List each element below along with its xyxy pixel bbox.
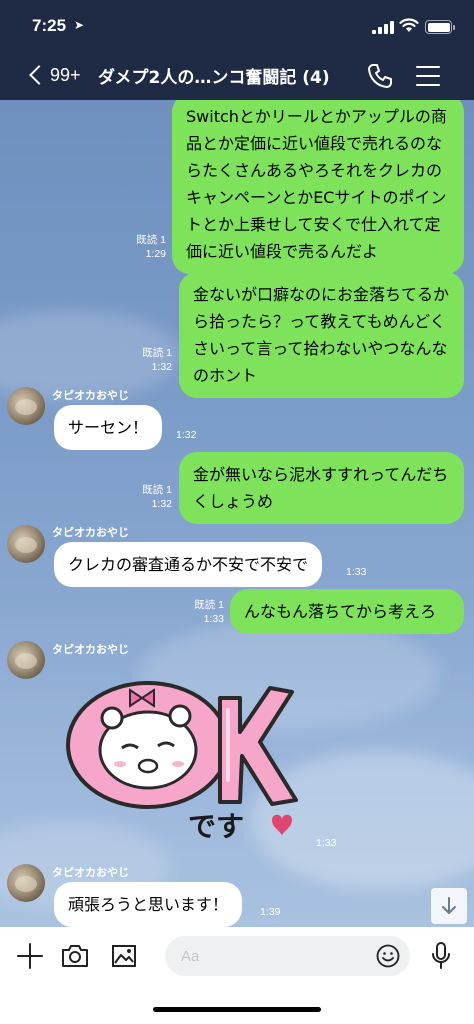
battery-icon — [425, 20, 455, 34]
read-receipt: 既読 1 — [142, 347, 172, 359]
message-bubble-outgoing[interactable]: んなもん落ちてから考えろ — [230, 589, 464, 634]
back-button[interactable]: 99+ — [26, 60, 81, 90]
sender-name: タピオカおやじ — [52, 866, 129, 879]
wifi-icon — [399, 18, 419, 32]
message-bubble-outgoing[interactable]: Switchとかリールとかアップルの商品とか定価に近い値段で売れるのならたくさん… — [172, 100, 464, 274]
message-bubble-incoming[interactable]: クレカの審査通るか不安で不安で — [54, 542, 323, 587]
message-time: 1:33 — [346, 566, 367, 578]
microphone-icon[interactable] — [430, 941, 452, 971]
phone-icon[interactable] — [366, 62, 394, 90]
message-bubble-incoming[interactable]: サーセン！ — [54, 405, 163, 450]
message-meta: 既読 1 1:29 — [122, 233, 166, 261]
chat-title[interactable]: ダメプ2人の…ンコ奮闘記 (4) — [98, 63, 338, 88]
read-receipt: 既読 1 — [136, 234, 166, 246]
sender-name: タピオカおやじ — [52, 389, 129, 402]
message-time: 1:32 — [176, 429, 197, 441]
sender-name: タピオカおやじ — [52, 643, 129, 656]
message-meta: 既読 1 1:33 — [180, 598, 224, 626]
message-meta: 既読 1 1:32 — [128, 483, 172, 511]
scroll-to-bottom-button[interactable] — [431, 888, 467, 924]
message-bubble-incoming[interactable]: 頑張ろうと思います！ — [54, 882, 243, 927]
camera-icon[interactable] — [60, 943, 90, 969]
top-bar: 7:25 ➤ 99+ ダメプ2人の…ンコ奮闘記 (4) — [0, 0, 474, 100]
cellular-signal-icon — [372, 20, 394, 34]
message-bubble-outgoing[interactable]: 金ないが口癖なのにお金落ちてるから拾ったら？って教えてもめんどくさいって言って拾… — [179, 272, 464, 398]
avatar[interactable] — [7, 641, 45, 679]
menu-icon[interactable] — [416, 66, 440, 86]
message-time: 1:32 — [151, 361, 172, 373]
message-time: 1:32 — [151, 498, 172, 510]
image-icon[interactable] — [111, 943, 137, 969]
message-input[interactable] — [165, 936, 410, 976]
home-indicator — [153, 1007, 321, 1012]
read-receipt: 既読 1 — [142, 484, 172, 496]
message-time: 1:33 — [203, 613, 224, 625]
status-time: 7:25 — [32, 16, 67, 35]
message-meta: 既読 1 1:32 — [128, 346, 172, 374]
arrow-down-icon — [442, 897, 456, 914]
message-time: 1:39 — [260, 906, 281, 918]
read-receipt: 既読 1 — [194, 599, 224, 611]
avatar[interactable] — [7, 387, 45, 425]
chevron-left-icon — [29, 65, 49, 85]
sender-name: タピオカおやじ — [52, 526, 129, 539]
message-bubble-outgoing[interactable]: 金が無いなら泥水すすれってんだちくしょうめ — [179, 452, 464, 524]
status-bar: 7:25 ➤ — [0, 0, 474, 54]
emoji-icon[interactable] — [376, 944, 400, 968]
message-time: 1:33 — [316, 837, 337, 849]
unread-count: 99+ — [50, 64, 81, 85]
avatar[interactable] — [7, 525, 45, 563]
sticker-text: です — [188, 810, 244, 843]
plus-icon[interactable] — [16, 942, 44, 970]
location-arrow-icon: ➤ — [74, 18, 85, 32]
avatar[interactable] — [7, 864, 45, 902]
message-time: 1:29 — [145, 248, 166, 260]
ok-sticker[interactable]: です — [60, 670, 305, 850]
input-bar — [0, 927, 474, 1024]
chat-area[interactable]: Switchとかリールとかアップルの商品とか定価に近い値段で売れるのならたくさん… — [0, 100, 474, 927]
